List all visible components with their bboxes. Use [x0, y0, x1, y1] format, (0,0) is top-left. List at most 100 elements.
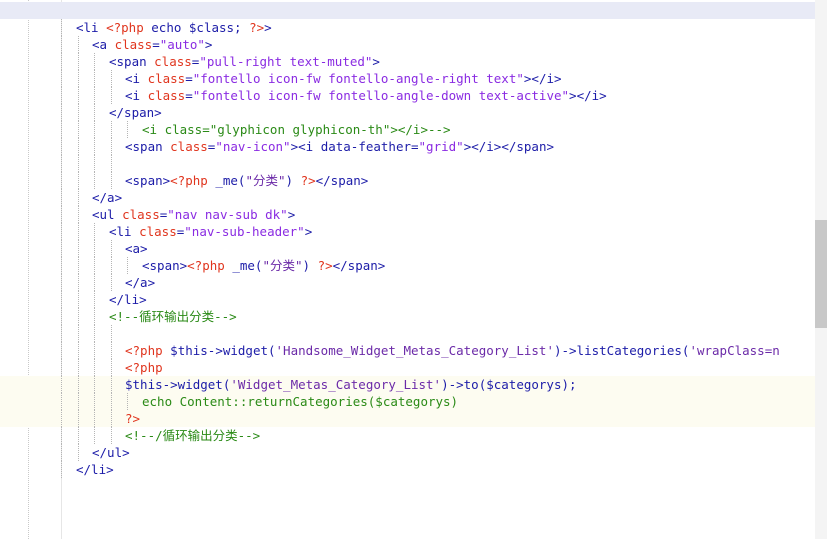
- indent-guide: [61, 87, 62, 104]
- code-text: <span class="pull-right text-muted">: [109, 53, 380, 70]
- code-token: )->to($categorys);: [441, 377, 577, 392]
- code-token: </li>: [76, 462, 114, 477]
- code-token: >: [372, 54, 380, 69]
- code-token: echo Content::returnCategories($category…: [142, 394, 459, 409]
- code-line[interactable]: </li>: [0, 461, 815, 478]
- indent-guide: [94, 240, 95, 257]
- indent-guide: [78, 376, 79, 393]
- code-line[interactable]: <span class="nav-icon"><i data-feather="…: [0, 138, 815, 155]
- code-token: <?php: [106, 20, 144, 35]
- code-line[interactable]: <span><?php _me("分类") ?></span>: [0, 172, 815, 189]
- indent-guide: [61, 291, 62, 308]
- code-line[interactable]: <a class="auto">: [0, 36, 815, 53]
- code-line[interactable]: [0, 2, 815, 19]
- indent-guide: [78, 87, 79, 104]
- code-line[interactable]: ?>: [0, 410, 815, 427]
- indent-guide: [61, 376, 62, 393]
- code-token: $this->widget(: [162, 343, 276, 358]
- indent-guide: [78, 155, 79, 172]
- code-token: </span>: [332, 258, 386, 273]
- code-line[interactable]: </span>: [0, 104, 815, 121]
- vertical-scrollbar-thumb[interactable]: [815, 220, 827, 328]
- code-token: <i class="glyphicon glyphicon-th"></i>--…: [142, 122, 451, 137]
- indent-guide: [61, 19, 62, 36]
- indent-guide: [94, 87, 95, 104]
- code-line[interactable]: echo Content::returnCategories($category…: [0, 393, 815, 410]
- code-line[interactable]: <a>: [0, 240, 815, 257]
- code-line[interactable]: <?php $this->widget('Handsome_Widget_Met…: [0, 342, 815, 359]
- code-text: </li>: [109, 291, 147, 308]
- code-line[interactable]: <i class="fontello icon-fw fontello-angl…: [0, 70, 815, 87]
- code-token: "nav-icon": [215, 139, 291, 154]
- code-token: =: [152, 37, 160, 52]
- indent-guide: [94, 223, 95, 240]
- code-token: class: [170, 139, 208, 154]
- code-token: $this->widget(: [125, 377, 231, 392]
- code-token: "pull-right text-muted": [199, 54, 373, 69]
- indent-guide: [61, 240, 62, 257]
- code-text: <i class="fontello icon-fw fontello-angl…: [125, 87, 607, 104]
- code-token: class: [122, 207, 160, 222]
- code-token: )->listCategories(: [553, 343, 690, 358]
- indent-guide: [111, 325, 112, 342]
- code-text: ?>: [125, 410, 140, 427]
- indent-guide: [61, 410, 62, 427]
- indent-guide: [61, 53, 62, 70]
- code-line[interactable]: <!--循环输出分类-->: [0, 308, 815, 325]
- indent-guide: [61, 70, 62, 87]
- code-line[interactable]: [0, 325, 815, 342]
- code-line[interactable]: $this->widget('Widget_Metas_Category_Lis…: [0, 376, 815, 393]
- code-line[interactable]: </li>: [0, 291, 815, 308]
- indent-guide: [61, 427, 62, 444]
- code-text: echo Content::returnCategories($category…: [142, 393, 458, 410]
- indent-guide: [78, 393, 79, 410]
- code-editor[interactable]: <li <?php echo $class; ?>> <a class="auto…: [0, 0, 815, 539]
- code-token: ?>: [300, 173, 316, 188]
- code-token: >: [204, 37, 213, 52]
- code-token: </li>: [109, 292, 147, 307]
- code-line[interactable]: <li <?php echo $class; ?>>: [0, 19, 815, 36]
- code-text: <?php $this->widget('Handsome_Widget_Met…: [125, 342, 780, 359]
- code-line[interactable]: <?php: [0, 359, 815, 376]
- code-token: <a: [92, 37, 115, 52]
- code-token: echo $class;: [143, 20, 250, 35]
- indent-guide: [78, 240, 79, 257]
- indent-guide: [78, 359, 79, 376]
- indent-guide: [78, 138, 79, 155]
- indent-guide: [127, 257, 128, 274]
- code-line[interactable]: <i class="fontello icon-fw fontello-angl…: [0, 87, 815, 104]
- code-line[interactable]: <span class="pull-right text-muted">: [0, 53, 815, 70]
- indent-guide: [111, 70, 112, 87]
- code-token: _me(: [207, 173, 246, 188]
- code-token: "fontello icon-fw fontello-angle-right t…: [192, 71, 524, 86]
- indent-guide: [94, 427, 95, 444]
- code-line[interactable]: </ul>: [0, 444, 815, 461]
- code-line[interactable]: <i class="glyphicon glyphicon-th"></i>--…: [0, 121, 815, 138]
- indent-guide: [111, 342, 112, 359]
- indent-guide: [94, 308, 95, 325]
- indent-guide: [61, 223, 62, 240]
- code-line[interactable]: </a>: [0, 274, 815, 291]
- code-token: 'wrapClass=n: [689, 343, 780, 358]
- code-text: <i class="fontello icon-fw fontello-angl…: [125, 70, 562, 87]
- code-line[interactable]: [0, 155, 815, 172]
- code-line[interactable]: <span><?php _me("分类") ?></span>: [0, 257, 815, 274]
- indent-guide: [111, 274, 112, 291]
- indent-guide: [94, 138, 95, 155]
- code-token: <a>: [125, 241, 148, 256]
- indent-guide: [111, 427, 112, 444]
- code-line[interactable]: <li class="nav-sub-header">: [0, 223, 815, 240]
- code-token: "分类": [262, 258, 303, 273]
- code-line[interactable]: <!--/循环输出分类-->: [0, 427, 815, 444]
- indent-guide: [94, 359, 95, 376]
- indent-guide: [78, 427, 79, 444]
- indent-guide: [78, 172, 79, 189]
- code-text: <?php: [125, 359, 163, 376]
- code-text: <li class="nav-sub-header">: [109, 223, 312, 240]
- code-line[interactable]: <ul class="nav nav-sub dk">: [0, 206, 815, 223]
- indent-guide: [94, 104, 95, 121]
- indent-guide: [61, 393, 62, 410]
- code-token: <!--循环输出分类-->: [109, 309, 237, 324]
- indent-guide: [111, 121, 112, 138]
- code-line[interactable]: </a>: [0, 189, 815, 206]
